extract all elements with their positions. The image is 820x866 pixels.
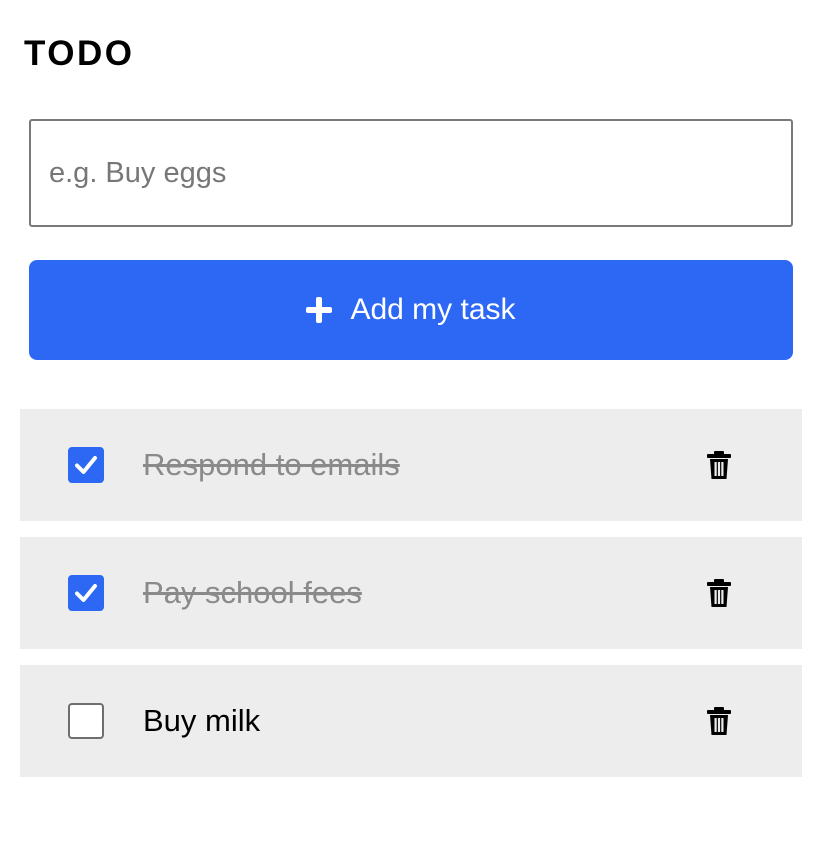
new-task-input[interactable] [29,119,793,227]
task-checkbox[interactable] [68,447,104,483]
checkmark-icon [75,584,97,602]
task-label: Pay school fees [143,575,362,610]
task-label: Respond to emails [143,447,400,482]
task-item: Buy milk [20,665,802,777]
plus-icon [306,297,333,323]
add-task-button-label: Add my task [350,293,516,326]
trash-icon [707,451,731,479]
task-checkbox[interactable] [68,703,104,739]
add-task-button[interactable]: Add my task [29,260,793,360]
task-item: Pay school fees [20,537,802,649]
checkmark-icon [75,456,97,474]
task-list: Respond to emails Pay school fees Buy mi… [20,409,802,793]
delete-task-button[interactable] [704,577,734,609]
task-checkbox[interactable] [68,575,104,611]
task-label: Buy milk [143,703,261,738]
trash-icon [707,579,731,607]
task-item: Respond to emails [20,409,802,521]
todo-app: TODO Add my task Respond to emails [0,0,820,866]
delete-task-button[interactable] [704,705,734,737]
delete-task-button[interactable] [704,449,734,481]
page-title: TODO [24,34,135,73]
trash-icon [707,707,731,735]
